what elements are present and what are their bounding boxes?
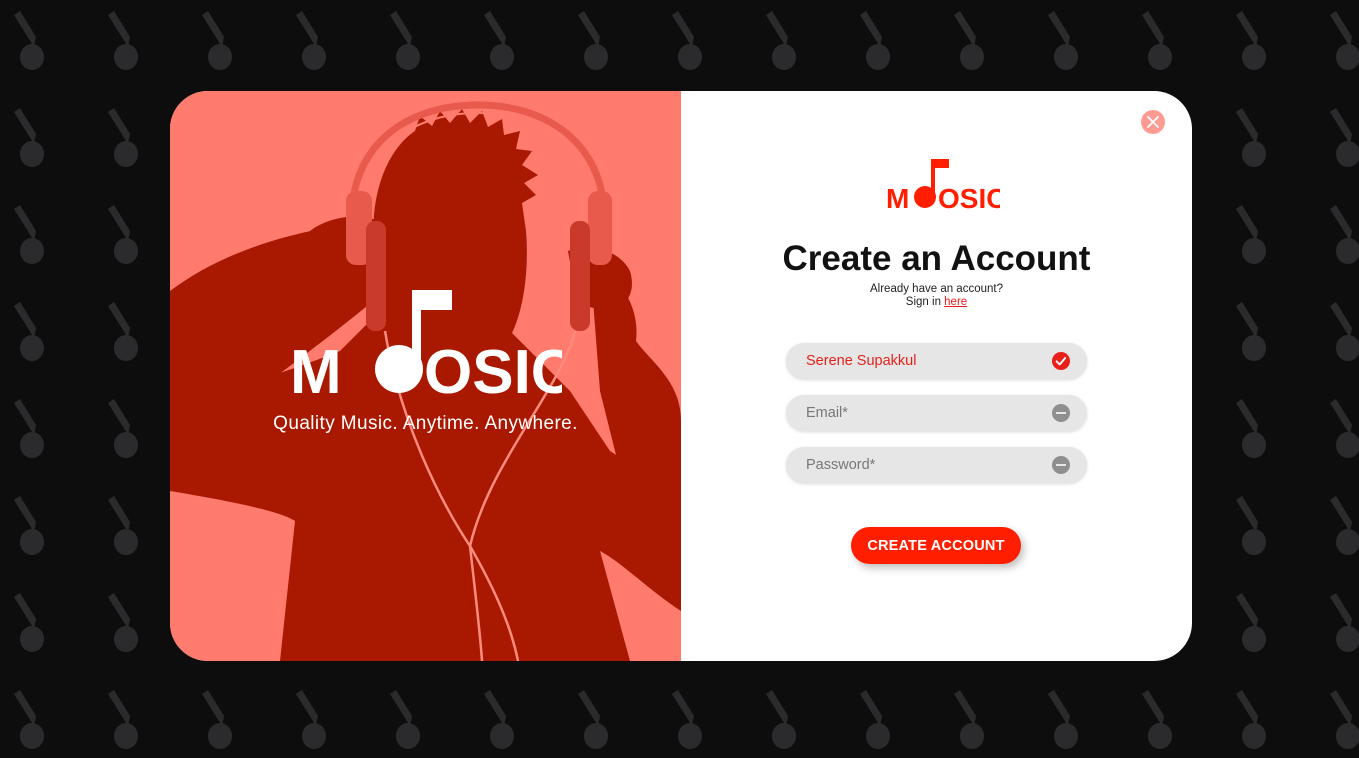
brand-tagline: Quality Music. Anytime. Anywhere. <box>273 413 578 434</box>
form-panel: M OSIC Create an Account Already have an… <box>681 91 1192 661</box>
svg-text:M: M <box>886 183 909 211</box>
signup-modal: M OSIC Quality Music. Anytime. Anywhere.… <box>170 91 1192 661</box>
minus-circle-icon <box>1052 404 1070 422</box>
close-icon <box>1147 116 1159 128</box>
check-circle-icon <box>1052 352 1070 370</box>
mosic-logo-large: M OSIC <box>290 290 562 401</box>
sign-in-prefix: Sign in <box>905 296 945 308</box>
sign-in-link[interactable]: here <box>944 296 967 308</box>
page-title: Create an Account <box>782 239 1091 278</box>
close-button[interactable] <box>1141 110 1165 134</box>
password-field <box>786 447 1087 483</box>
name-field <box>786 343 1087 379</box>
password-input[interactable] <box>806 447 1046 483</box>
hero-panel: M OSIC Quality Music. Anytime. Anywhere. <box>170 91 681 661</box>
mosic-logo-small: M OSIC <box>886 159 1000 211</box>
email-input[interactable] <box>806 395 1046 431</box>
svg-text:M: M <box>290 338 342 401</box>
svg-text:OSIC: OSIC <box>424 338 562 401</box>
minus-circle-icon <box>1052 456 1070 474</box>
svg-text:OSIC: OSIC <box>938 183 1000 211</box>
name-input[interactable] <box>806 343 1046 379</box>
sign-in-line: Sign in here <box>681 296 1192 308</box>
email-field <box>786 395 1087 431</box>
create-account-button[interactable]: CREATE ACCOUNT <box>851 527 1021 564</box>
already-have-account-text: Already have an account? <box>870 283 1003 295</box>
